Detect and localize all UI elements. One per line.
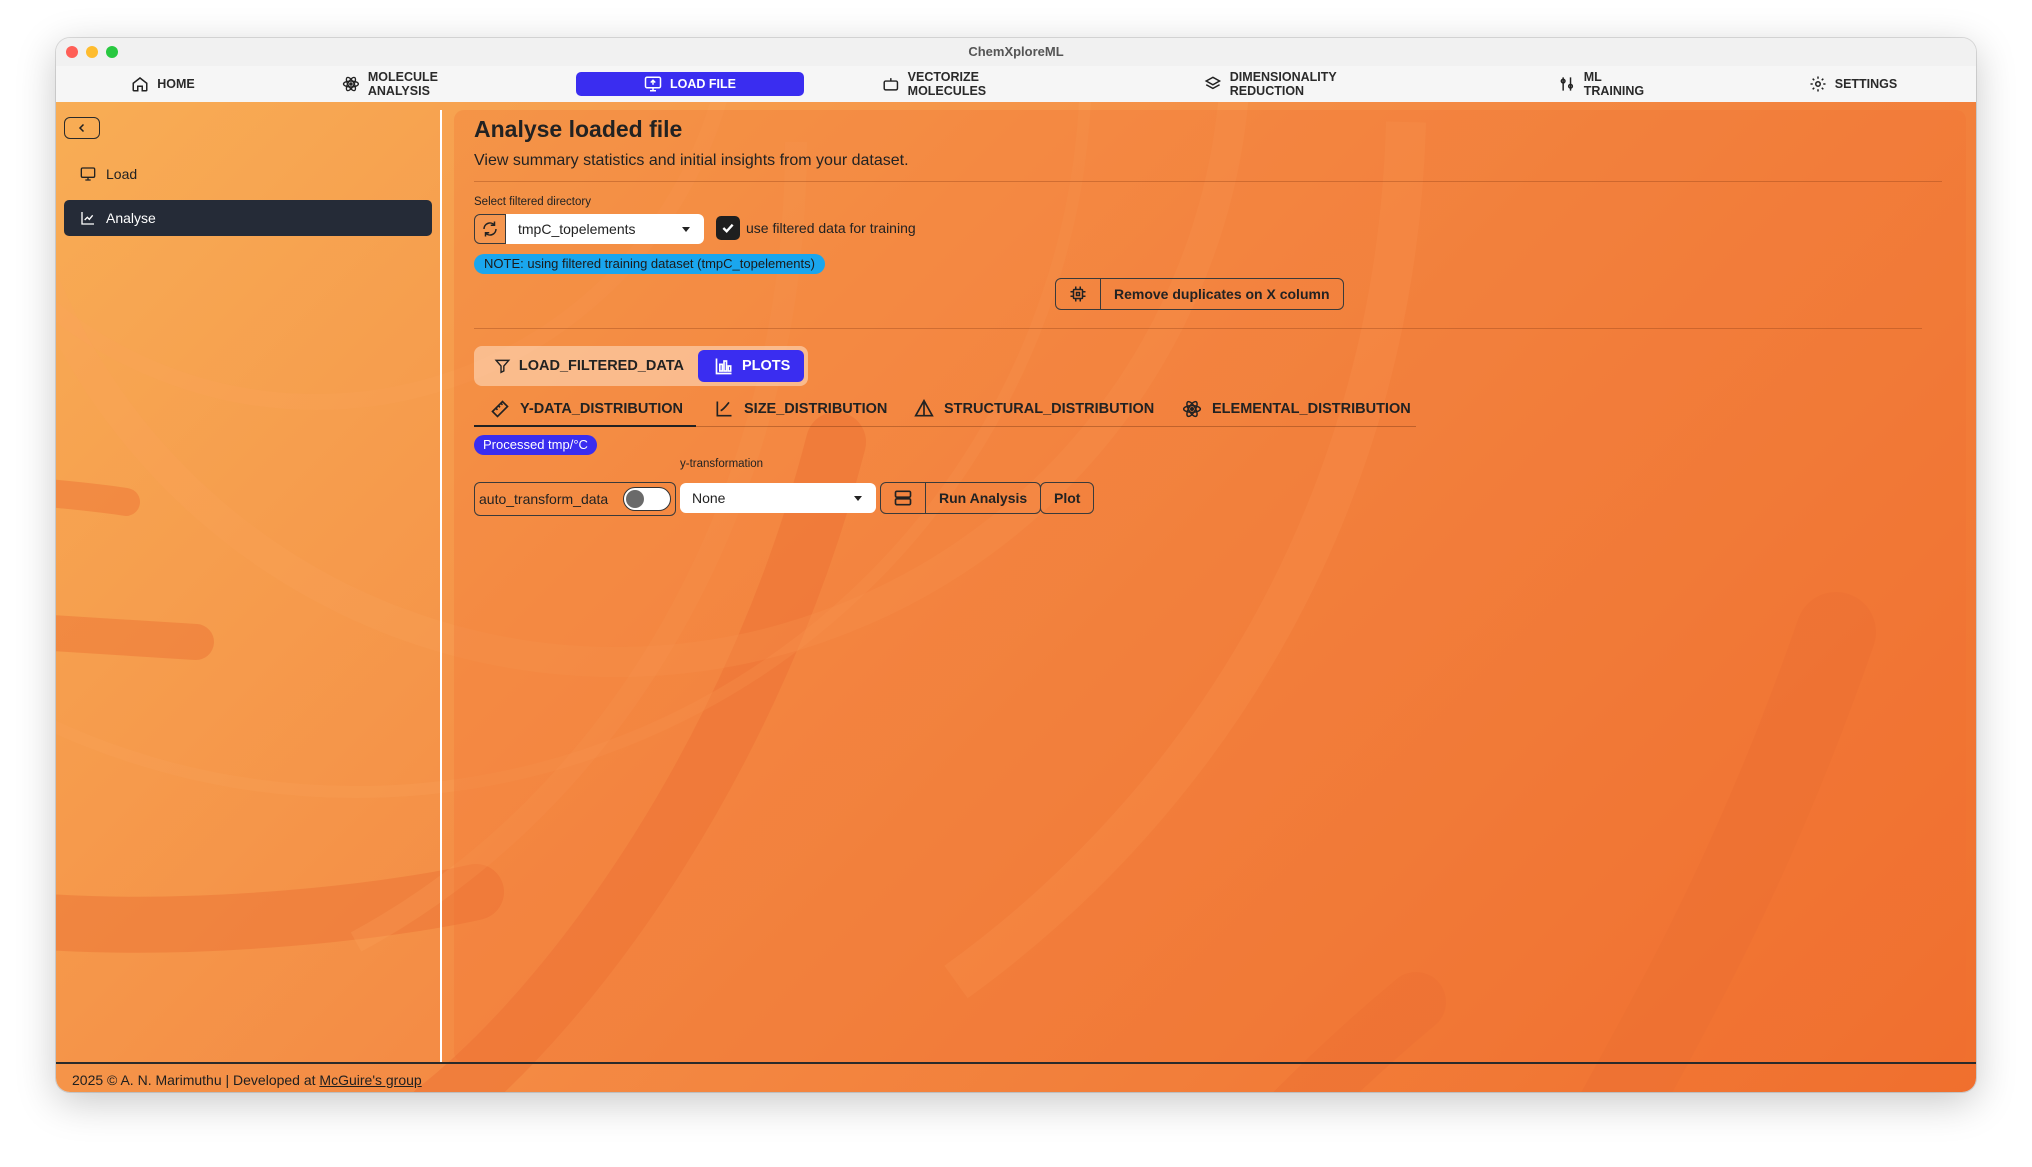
page-title: Analyse loaded file xyxy=(474,116,683,142)
page-subtitle: View summary statistics and initial insi… xyxy=(474,152,909,169)
nav-label: ML TRAINING xyxy=(1583,70,1645,98)
back-button[interactable] xyxy=(64,117,100,139)
maximize-window-button[interactable] xyxy=(106,46,118,58)
tab-label: Y-DATA_DISTRIBUTION xyxy=(520,401,683,417)
use-filtered-checkbox[interactable] xyxy=(716,216,740,240)
server-icon xyxy=(894,490,912,506)
sliders-icon xyxy=(1560,77,1574,91)
remove-duplicates-button[interactable]: Remove duplicates on X column xyxy=(1055,278,1344,310)
title-bar: ChemXploreML xyxy=(56,38,1976,66)
y-transformation-label: y-transformation xyxy=(680,458,764,470)
content-area: Load Analyse Analyse loaded file View su… xyxy=(56,102,1976,1092)
active-tab-indicator xyxy=(474,425,696,427)
mcguire-group-link[interactable]: McGuire's group xyxy=(319,1072,421,1088)
nav-label: VECTORIZE MOLECULES xyxy=(907,70,987,98)
filter-icon xyxy=(494,359,511,374)
y-transformation-select[interactable]: None xyxy=(680,483,876,513)
home-icon xyxy=(132,77,148,92)
divider xyxy=(474,328,1922,329)
atom-icon xyxy=(342,76,360,92)
tab-size-distribution[interactable]: SIZE_DISTRIBUTION xyxy=(714,394,887,424)
auto-transform-toggle[interactable] xyxy=(623,487,671,511)
nav-label: SETTINGS xyxy=(1834,77,1898,91)
remove-duplicates-label: Remove duplicates on X column xyxy=(1114,286,1330,302)
nav-label: DIMENSIONALITY REDUCTION xyxy=(1229,70,1337,98)
sidebar-item-analyse[interactable]: Analyse xyxy=(64,200,432,236)
nav-vectorize-molecules[interactable]: VECTORIZE MOLECULES xyxy=(882,70,1058,98)
tab-structural-distribution[interactable]: STRUCTURAL_DISTRIBUTION xyxy=(914,394,1154,424)
sidebar-item-load[interactable]: Load xyxy=(64,156,432,192)
toggle-knob xyxy=(626,490,644,508)
tab-label: STRUCTURAL_DISTRIBUTION xyxy=(944,401,1155,417)
note-badge: NOTE: using filtered training dataset (t… xyxy=(474,254,825,274)
tab-elemental-distribution[interactable]: ELEMENTAL_DISTRIBUTION xyxy=(1182,394,1411,424)
segment-plots[interactable]: PLOTS xyxy=(698,350,804,382)
auto-transform-control: auto_transform_data xyxy=(474,482,676,516)
refresh-button[interactable] xyxy=(474,214,506,244)
check-icon xyxy=(722,223,734,234)
use-filtered-label: use filtered data for training xyxy=(746,220,916,236)
icon-cell xyxy=(1056,279,1101,309)
icon-cell xyxy=(881,483,926,513)
nav-dimensionality-reduction[interactable]: DIMENSIONALITY REDUCTION xyxy=(1204,70,1412,98)
footer-text: 2025 © A. N. Marimuthu | Developed at xyxy=(72,1072,320,1088)
segment-load-filtered-data[interactable]: LOAD_FILTERED_DATA xyxy=(494,350,684,382)
nav-settings[interactable]: SETTINGS xyxy=(1808,72,1898,96)
tab-label: SIZE_DISTRIBUTION xyxy=(744,401,888,417)
run-analysis-button[interactable]: Run Analysis xyxy=(880,482,1042,514)
pyramid-icon xyxy=(914,399,934,417)
chart-icon xyxy=(81,212,94,225)
segment-label: LOAD_FILTERED_DATA xyxy=(518,358,684,374)
axis-icon xyxy=(716,401,732,417)
chevron-left-icon xyxy=(78,123,85,133)
footer-divider xyxy=(56,1062,1976,1064)
nav-label: HOME xyxy=(157,77,195,91)
window-title: ChemXploreML xyxy=(968,44,1064,59)
run-analysis-label: Run Analysis xyxy=(939,490,1028,506)
segment-label: PLOTS xyxy=(742,358,791,374)
chevron-down-icon xyxy=(682,227,690,232)
plot-button[interactable]: Plot xyxy=(1040,482,1095,514)
sidebar-divider xyxy=(440,110,442,1062)
chart-bars-icon xyxy=(715,358,732,375)
robot-icon xyxy=(883,78,899,91)
nav-molecule-analysis[interactable]: MOLECULE ANALYSIS xyxy=(342,70,502,98)
filtered-dir-value: tmpC_topelements xyxy=(518,221,636,237)
layers-icon xyxy=(1204,76,1222,90)
y-transformation-value: None xyxy=(692,490,726,506)
atom-icon xyxy=(1182,400,1202,418)
divider xyxy=(474,181,1942,182)
nav-home[interactable]: HOME xyxy=(128,72,198,96)
close-window-button[interactable] xyxy=(66,46,78,58)
monitor-upload-icon xyxy=(644,76,662,92)
nav-load-file[interactable]: LOAD FILE xyxy=(576,72,804,96)
nav-ml-training[interactable]: ML TRAINING xyxy=(1558,70,1664,98)
minimize-window-button[interactable] xyxy=(86,46,98,58)
top-nav: HOME MOLECULE ANALYSIS LOAD FILE VECTORI… xyxy=(56,66,1976,102)
footer: 2025 © A. N. Marimuthu | Developed at Mc… xyxy=(72,1072,422,1088)
gear-icon xyxy=(1810,76,1826,92)
monitor-icon xyxy=(80,167,96,181)
app-window: ChemXploreML HOME MOLECULE ANALYSIS LOAD… xyxy=(56,38,1976,1092)
sidebar: Load Analyse xyxy=(56,102,440,1062)
tab-y-data-distribution[interactable]: Y-DATA_DISTRIBUTION xyxy=(490,394,683,424)
processed-badge: Processed tmp/°C xyxy=(474,435,597,455)
ruler-icon xyxy=(491,400,509,418)
tab-label: ELEMENTAL_DISTRIBUTION xyxy=(1212,401,1411,417)
filtered-dir-select[interactable]: tmpC_topelements xyxy=(506,214,704,244)
filtered-dir-label: Select filtered directory xyxy=(474,196,591,208)
segmented-control: LOAD_FILTERED_DATA PLOTS xyxy=(474,346,808,386)
nav-label: MOLECULE ANALYSIS xyxy=(367,70,438,98)
cpu-icon xyxy=(1070,286,1086,302)
sidebar-item-label: Load xyxy=(106,166,138,182)
auto-transform-label: auto_transform_data xyxy=(479,491,609,507)
sidebar-item-label: Analyse xyxy=(106,210,156,226)
chevron-down-icon xyxy=(854,496,862,501)
nav-label: LOAD FILE xyxy=(670,77,736,91)
refresh-icon xyxy=(483,221,497,237)
window-controls xyxy=(66,46,118,58)
main-panel xyxy=(454,110,1966,1062)
